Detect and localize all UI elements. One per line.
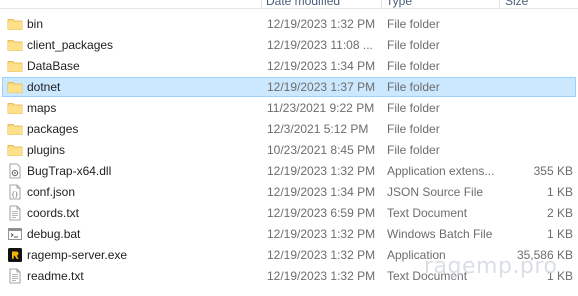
- file-date-modified: 11/23/2021 9:22 PM: [267, 101, 375, 115]
- file-date-modified: 12/19/2023 1:32 PM: [267, 248, 376, 262]
- file-row[interactable]: debug.bat 12/19/2023 1:32 PM Windows Batch…: [0, 224, 578, 244]
- file-size: [501, 57, 573, 75]
- file-row[interactable]: client_packages 12/19/2023 11:08 ... File …: [0, 35, 578, 55]
- ragemp-app-icon: [7, 247, 23, 263]
- file-name: readme.txt: [27, 269, 84, 283]
- file-type: Text Document: [387, 206, 468, 220]
- column-header-type[interactable]: Type: [386, 0, 412, 8]
- file-type: Windows Batch File: [387, 227, 493, 241]
- file-row[interactable]: packages 12/3/2021 5:12 PM File folder: [0, 119, 578, 139]
- file-size: [501, 15, 573, 33]
- text-file-icon: [7, 205, 23, 221]
- file-name: plugins: [27, 143, 66, 157]
- file-date-modified: 12/19/2023 6:59 PM: [267, 206, 376, 220]
- file-name: dotnet: [27, 80, 61, 94]
- folder-icon: [7, 16, 23, 32]
- column-header-size[interactable]: Size: [505, 0, 528, 8]
- file-date-modified: 12/19/2023 1:37 PM: [267, 80, 376, 94]
- file-date-modified: 10/23/2021 8:45 PM: [267, 143, 376, 157]
- folder-icon: [7, 100, 23, 116]
- dll-file-icon: [7, 163, 23, 179]
- file-type: JSON Source File: [387, 185, 484, 199]
- file-row[interactable]: readme.txt 12/19/2023 1:32 PM Text Documen…: [0, 266, 578, 286]
- file-name: debug.bat: [27, 227, 81, 241]
- file-type: File folder: [387, 59, 440, 73]
- file-size: 1 KB: [546, 227, 573, 241]
- file-name: maps: [27, 101, 57, 115]
- column-header: Date modified Type Size: [0, 0, 578, 9]
- text-file-icon: [7, 268, 23, 284]
- file-name: BugTrap-x64.dll: [27, 164, 112, 178]
- column-divider[interactable]: [381, 0, 382, 8]
- file-type: File folder: [387, 101, 440, 115]
- file-row[interactable]: plugins 10/23/2021 8:45 PM File folder: [0, 140, 578, 160]
- file-size: [501, 141, 573, 159]
- file-date-modified: 12/19/2023 1:32 PM: [267, 227, 376, 241]
- file-name: bin: [27, 17, 44, 31]
- file-row[interactable]: maps 11/23/2021 9:22 PM File folder: [0, 98, 578, 118]
- file-name: conf.json: [27, 185, 76, 199]
- file-date-modified: 12/19/2023 1:32 PM: [267, 17, 376, 31]
- file-type: File folder: [387, 143, 440, 157]
- file-size: [503, 78, 575, 96]
- file-row[interactable]: BugTrap-x64.dll 12/19/2023 1:32 PM Applica…: [0, 161, 578, 181]
- batch-file-icon: [7, 226, 23, 242]
- file-row[interactable]: coords.txt 12/19/2023 6:59 PM Text Documen…: [0, 203, 578, 223]
- file-row[interactable]: {} conf.json 12/19/2023 1:34 PM JSON Source…: [0, 182, 578, 202]
- file-size: 1 KB: [546, 185, 573, 199]
- file-size: [501, 36, 573, 54]
- file-name: packages: [27, 122, 79, 136]
- file-date-modified: 12/19/2023 11:08 ...: [267, 38, 373, 52]
- column-divider[interactable]: [499, 0, 500, 8]
- folder-icon: [7, 79, 23, 95]
- file-name: DataBase: [27, 59, 80, 73]
- file-date-modified: 12/19/2023 1:32 PM: [267, 269, 376, 283]
- file-list: bin 12/19/2023 1:32 PM File folder client_p…: [0, 14, 578, 287]
- file-date-modified: 12/3/2021 5:12 PM: [267, 122, 369, 136]
- file-size: 35,586 KB: [516, 248, 573, 262]
- file-name: client_packages: [27, 38, 114, 52]
- svg-text:{}: {}: [11, 192, 18, 199]
- file-row[interactable]: bin 12/19/2023 1:32 PM File folder: [0, 14, 578, 34]
- file-type: Application extens...: [387, 164, 495, 178]
- folder-icon: [7, 142, 23, 158]
- file-type: Text Document: [387, 269, 468, 283]
- file-type: File folder: [387, 122, 440, 136]
- file-name: coords.txt: [27, 206, 80, 220]
- json-file-icon: {}: [7, 184, 23, 200]
- file-size: 355 KB: [533, 164, 573, 178]
- folder-icon: [7, 37, 23, 53]
- folder-icon: [7, 121, 23, 137]
- file-row[interactable]: DataBase 12/19/2023 1:34 PM File folder: [0, 56, 578, 76]
- folder-icon: [7, 58, 23, 74]
- file-type: File folder: [387, 80, 440, 94]
- file-type: File folder: [387, 38, 440, 52]
- column-header-date[interactable]: Date modified: [266, 0, 340, 8]
- file-row[interactable]: ragemp-server.exe 12/19/2023 1:32 PM Appli…: [0, 245, 578, 265]
- file-size: 2 KB: [546, 206, 573, 220]
- file-date-modified: 12/19/2023 1:34 PM: [267, 59, 376, 73]
- file-name: ragemp-server.exe: [27, 248, 128, 262]
- column-divider[interactable]: [261, 0, 262, 8]
- file-size: 1 KB: [546, 269, 573, 283]
- file-row-selected[interactable]: dotnet 12/19/2023 1:37 PM File folder: [2, 77, 576, 97]
- file-size: [501, 120, 573, 138]
- file-date-modified: 12/19/2023 1:32 PM: [267, 164, 376, 178]
- file-size: [501, 99, 573, 117]
- file-type: Application: [387, 248, 446, 262]
- file-date-modified: 12/19/2023 1:34 PM: [267, 185, 376, 199]
- file-type: File folder: [387, 17, 440, 31]
